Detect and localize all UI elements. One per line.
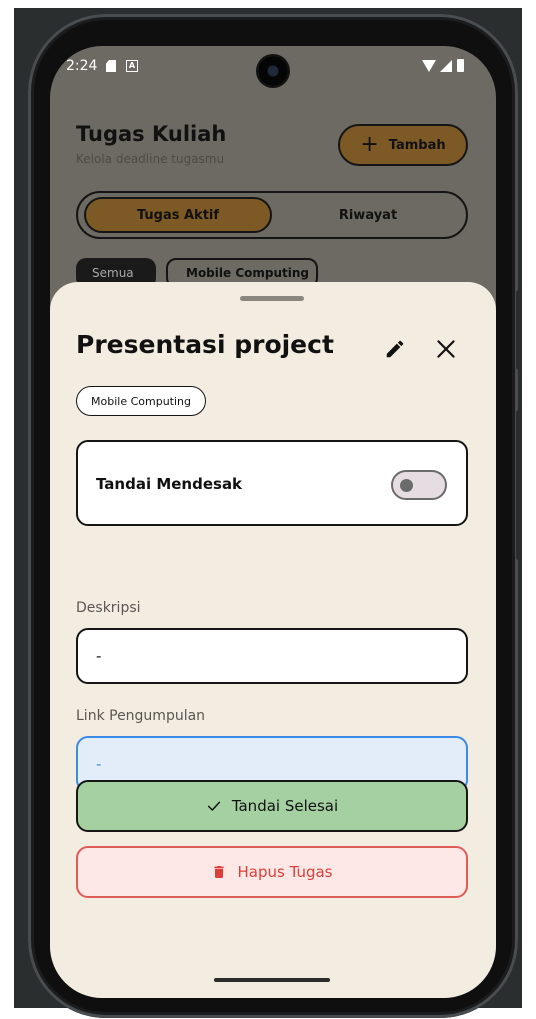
notification-a-icon: A (126, 60, 138, 72)
task-tabs: Tugas Aktif Riwayat (76, 191, 468, 239)
task-title: Presentasi project (76, 330, 334, 359)
delete-task-button[interactable]: Hapus Tugas (76, 846, 468, 898)
screen: 2:24 A Tugas Kuliah Kelola deadline tuga… (50, 46, 496, 998)
description-field[interactable]: - (76, 628, 468, 684)
power-button (516, 290, 521, 370)
drag-handle[interactable] (240, 296, 304, 301)
switch-knob (400, 479, 413, 492)
delete-task-label: Hapus Tugas (237, 863, 333, 881)
close-icon[interactable] (433, 336, 459, 362)
tab-tugas-aktif[interactable]: Tugas Aktif (84, 197, 272, 233)
page-subtitle: Kelola deadline tugasmu (76, 152, 225, 166)
front-camera (258, 56, 288, 86)
plus-icon: + (360, 132, 379, 157)
task-detail-sheet: Presentasi project Mobile Computing Tand… (50, 282, 496, 998)
trash-icon (214, 866, 225, 878)
description-label: Deskripsi (76, 600, 141, 616)
check-icon (207, 801, 220, 811)
status-bar: 2:24 A (50, 46, 496, 86)
sd-card-icon (106, 60, 116, 72)
link-label: Link Pengumpulan (76, 708, 206, 724)
home-indicator[interactable] (214, 978, 330, 982)
battery-icon (457, 59, 464, 72)
page-title: Tugas Kuliah (76, 122, 227, 146)
status-time: 2:24 (66, 58, 98, 74)
mark-done-button[interactable]: Tandai Selesai (76, 780, 468, 832)
signal-icon (440, 60, 452, 72)
urgent-switch[interactable] (391, 470, 447, 500)
urgent-toggle-card: Tandai Mendesak (76, 440, 468, 526)
urgent-label: Tandai Mendesak (96, 475, 243, 493)
edit-pencil-icon[interactable] (384, 338, 406, 360)
volume-button (516, 410, 521, 560)
add-task-label: Tambah (388, 137, 446, 153)
mark-done-label: Tandai Selesai (231, 797, 339, 815)
tab-riwayat[interactable]: Riwayat (274, 197, 462, 233)
course-chip: Mobile Computing (76, 386, 206, 416)
add-task-button[interactable]: + Tambah (338, 124, 468, 166)
wifi-icon (422, 60, 436, 72)
